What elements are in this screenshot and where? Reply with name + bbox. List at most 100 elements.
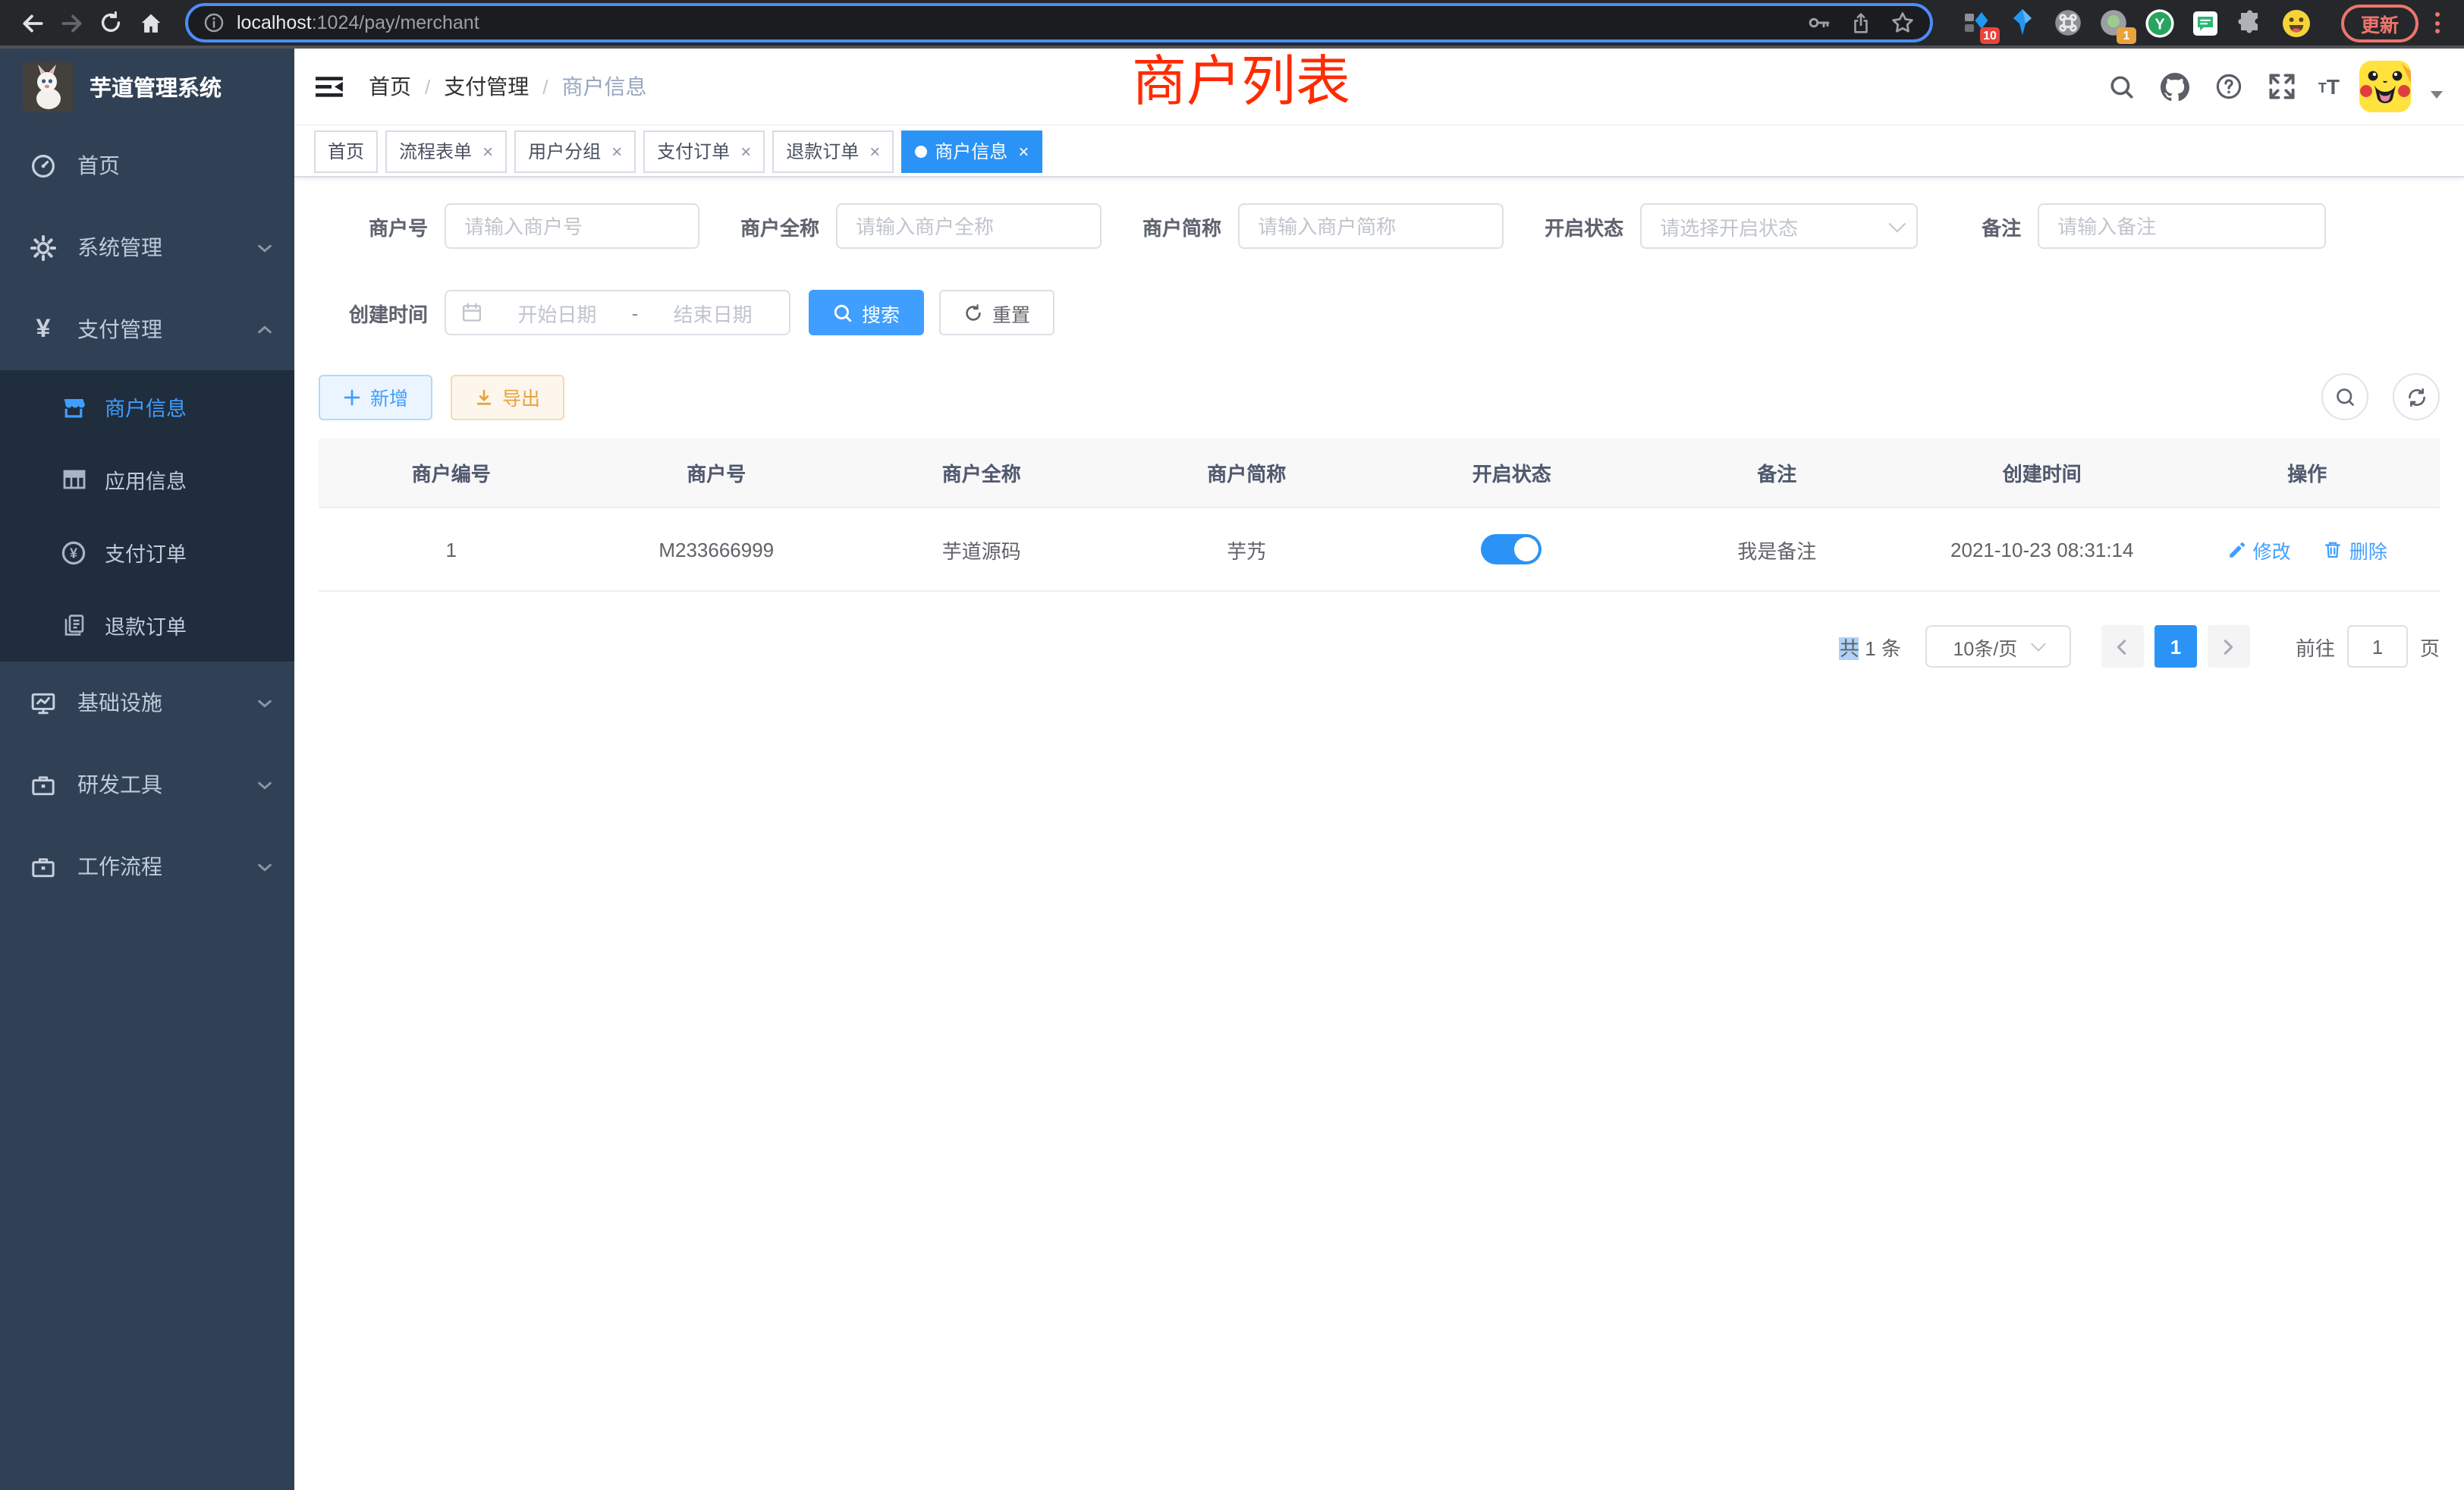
url-bar[interactable]: localhost:1024/pay/merchant (185, 3, 1933, 42)
tab-home[interactable]: 首页 (314, 130, 378, 172)
browser-reload-button[interactable] (94, 6, 127, 39)
add-button[interactable]: 新增 (319, 374, 432, 420)
refresh-icon[interactable] (2393, 373, 2440, 420)
sidebar-toggle-button[interactable] (316, 71, 346, 102)
col-actions: 操作 (2175, 439, 2440, 508)
remark-input[interactable] (2038, 203, 2326, 249)
sidebar-item-label: 支付订单 (105, 537, 187, 567)
tab-process-form[interactable]: 流程表单× (385, 130, 507, 172)
toggle-search-icon[interactable] (2321, 373, 2368, 420)
tab-close-icon[interactable]: × (1015, 140, 1029, 162)
url-text: localhost:1024/pay/merchant (237, 12, 479, 33)
full-name-label: 商户全称 (740, 212, 819, 240)
col-short-name: 商户简称 (1114, 439, 1380, 508)
yen-icon: ¥ (29, 315, 58, 344)
help-icon[interactable] (2212, 70, 2246, 103)
status-toggle[interactable] (1482, 534, 1542, 564)
reset-button[interactable]: 重置 (939, 290, 1054, 335)
cell-create-time: 2021-10-23 08:31:14 (1909, 508, 2175, 591)
active-tab-dot (915, 145, 927, 157)
pagination: 共 1 条 10条/页 1 前往 页 (319, 625, 2440, 668)
tab-user-group[interactable]: 用户分组× (514, 130, 636, 172)
tab-close-icon[interactable]: × (479, 140, 493, 162)
sidebar-item-refund-order[interactable]: 退款订单 (0, 589, 294, 662)
tab-pay-order[interactable]: 支付订单× (643, 130, 765, 172)
profile-emoji-icon[interactable] (2282, 8, 2311, 37)
sidebar-item-label: 基础设施 (77, 687, 162, 718)
next-page-button[interactable] (2208, 625, 2250, 668)
create-time-range-picker[interactable]: 开始日期 - 结束日期 (445, 290, 790, 335)
ext-command-icon[interactable] (2054, 8, 2083, 37)
sidebar-item-label: 工作流程 (77, 851, 162, 882)
browser-home-button[interactable] (134, 6, 167, 39)
font-size-icon[interactable]: TT (2318, 75, 2340, 98)
user-avatar[interactable] (2359, 61, 2411, 112)
sidebar-menu: 首页 系统管理 ¥ 支付管理 (0, 124, 294, 1490)
search-icon[interactable] (2106, 70, 2139, 103)
tab-merchant-info[interactable]: 商户信息× (901, 130, 1042, 172)
tab-close-icon[interactable]: × (866, 140, 880, 162)
browser-menu-button[interactable] (2425, 8, 2449, 38)
fullscreen-icon[interactable] (2265, 70, 2299, 103)
current-page[interactable]: 1 (2154, 625, 2197, 668)
github-icon[interactable] (2159, 70, 2192, 103)
site-info-icon[interactable] (203, 12, 225, 33)
ext-puzzle-icon[interactable] (2236, 8, 2265, 37)
ext-chat-icon[interactable] (2191, 8, 2220, 37)
remark-label: 备注 (1982, 212, 2021, 240)
breadcrumb-pay[interactable]: 支付管理 (444, 71, 529, 102)
sidebar-logo[interactable]: 芋道管理系统 (0, 49, 294, 124)
col-merchant-id: 商户编号 (319, 439, 584, 508)
sidebar-item-dev-tools[interactable]: 研发工具 (0, 743, 294, 825)
password-key-icon[interactable] (1807, 11, 1831, 35)
ext-diamond-icon[interactable]: 10 (1963, 8, 1992, 37)
dashboard-icon (29, 151, 58, 180)
browser-back-button[interactable] (15, 6, 49, 39)
sidebar-item-workflow[interactable]: 工作流程 (0, 825, 294, 907)
sidebar-item-home[interactable]: 首页 (0, 124, 294, 206)
goto-page-input[interactable] (2347, 625, 2408, 668)
sidebar-item-merchant-info[interactable]: 商户信息 (0, 370, 294, 443)
edit-button[interactable]: 修改 (2227, 535, 2291, 564)
cell-full-name: 芋道源码 (849, 508, 1114, 591)
short-name-input[interactable] (1238, 203, 1504, 249)
tab-close-icon[interactable]: × (737, 140, 751, 162)
sidebar-item-app-info[interactable]: 应用信息 (0, 443, 294, 516)
ext-status-icon[interactable]: 1 (2100, 8, 2129, 37)
ext-y-icon[interactable]: Y (2145, 8, 2174, 37)
breadcrumb-home[interactable]: 首页 (369, 71, 411, 102)
caret-down-icon[interactable] (2431, 90, 2443, 98)
start-date-placeholder[interactable]: 开始日期 (496, 298, 618, 327)
tab-refund-order[interactable]: 退款订单× (772, 130, 894, 172)
ext-badge: 1 (2117, 27, 2136, 43)
full-name-input[interactable] (836, 203, 1102, 249)
prev-page-button[interactable] (2101, 625, 2144, 668)
document-icon (61, 612, 86, 638)
sidebar-item-pay-order[interactable]: ¥ 支付订单 (0, 516, 294, 589)
table-row: 1 M233666999 芋道源码 芋艿 我是备注 2021-10-23 08:… (319, 508, 2440, 591)
status-label: 开启状态 (1545, 212, 1623, 240)
status-select[interactable]: 请选择开启状态 (1640, 203, 1918, 249)
sidebar-item-system[interactable]: 系统管理 (0, 206, 294, 288)
end-date-placeholder[interactable]: 结束日期 (652, 298, 774, 327)
search-button[interactable]: 搜索 (809, 290, 924, 335)
sidebar-item-infra[interactable]: 基础设施 (0, 662, 294, 743)
pagination-total: 共 1 条 (1840, 632, 1901, 661)
short-name-label: 商户简称 (1142, 212, 1221, 240)
sidebar-item-pay[interactable]: ¥ 支付管理 (0, 288, 294, 370)
delete-button[interactable]: 删除 (2324, 535, 2387, 564)
share-icon[interactable] (1850, 11, 1872, 34)
calendar-icon (461, 302, 482, 323)
page-content: 商户号 商户全称 商户简称 开启状态 请选择开启状态 (294, 178, 2464, 1490)
goto-label: 前往 (2296, 632, 2335, 661)
page-size-select[interactable]: 10条/页 (1925, 625, 2071, 668)
ext-pin-icon[interactable] (2009, 8, 2038, 37)
browser-forward-button[interactable] (55, 6, 88, 39)
breadcrumb-separator: / (542, 75, 548, 98)
merchant-no-input[interactable] (445, 203, 699, 249)
bookmark-star-icon[interactable] (1890, 11, 1915, 35)
tags-view: 首页 流程表单× 用户分组× 支付订单× 退款订单× 商户信息× (294, 126, 2464, 178)
browser-update-button[interactable]: 更新 (2341, 4, 2418, 42)
export-button[interactable]: 导出 (451, 374, 564, 420)
tab-close-icon[interactable]: × (608, 140, 622, 162)
